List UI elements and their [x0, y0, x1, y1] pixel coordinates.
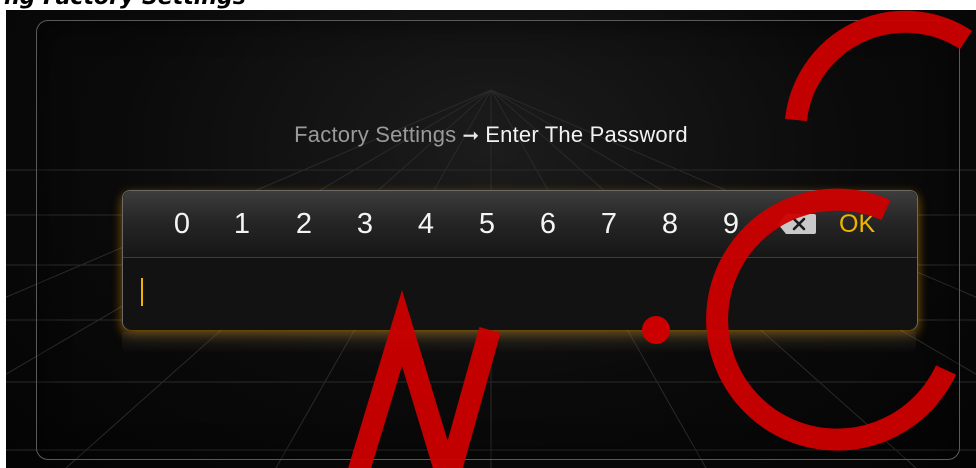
key-6[interactable]: 6	[533, 205, 563, 243]
key-7[interactable]: 7	[594, 205, 624, 243]
key-5[interactable]: 5	[472, 205, 502, 243]
backspace-icon[interactable]	[777, 213, 817, 235]
page-caption: ng Factory Settings	[0, 0, 424, 10]
tv-screen: Factory Settings ➞ Enter The Password 0 1 …	[6, 10, 976, 468]
key-2[interactable]: 2	[289, 205, 319, 243]
key-1[interactable]: 1	[227, 205, 257, 243]
key-8[interactable]: 8	[655, 205, 685, 243]
digit-key-row: 0 1 2 3 4 5 6 7 8 9 OK	[123, 191, 917, 257]
key-4[interactable]: 4	[411, 205, 441, 243]
keypad-reflection	[122, 332, 916, 354]
right-arrow-icon: ➞	[462, 125, 480, 147]
breadcrumb-current: Enter The Password	[485, 122, 688, 147]
password-keypad: 0 1 2 3 4 5 6 7 8 9 OK	[122, 190, 918, 330]
ok-button[interactable]: OK	[839, 205, 875, 243]
key-9[interactable]: 9	[716, 205, 746, 243]
password-input[interactable]	[123, 257, 917, 330]
key-0[interactable]: 0	[167, 205, 197, 243]
breadcrumb: Factory Settings ➞ Enter The Password	[6, 122, 976, 148]
key-3[interactable]: 3	[350, 205, 380, 243]
text-cursor	[141, 278, 143, 306]
breadcrumb-parent: Factory Settings	[294, 122, 457, 147]
